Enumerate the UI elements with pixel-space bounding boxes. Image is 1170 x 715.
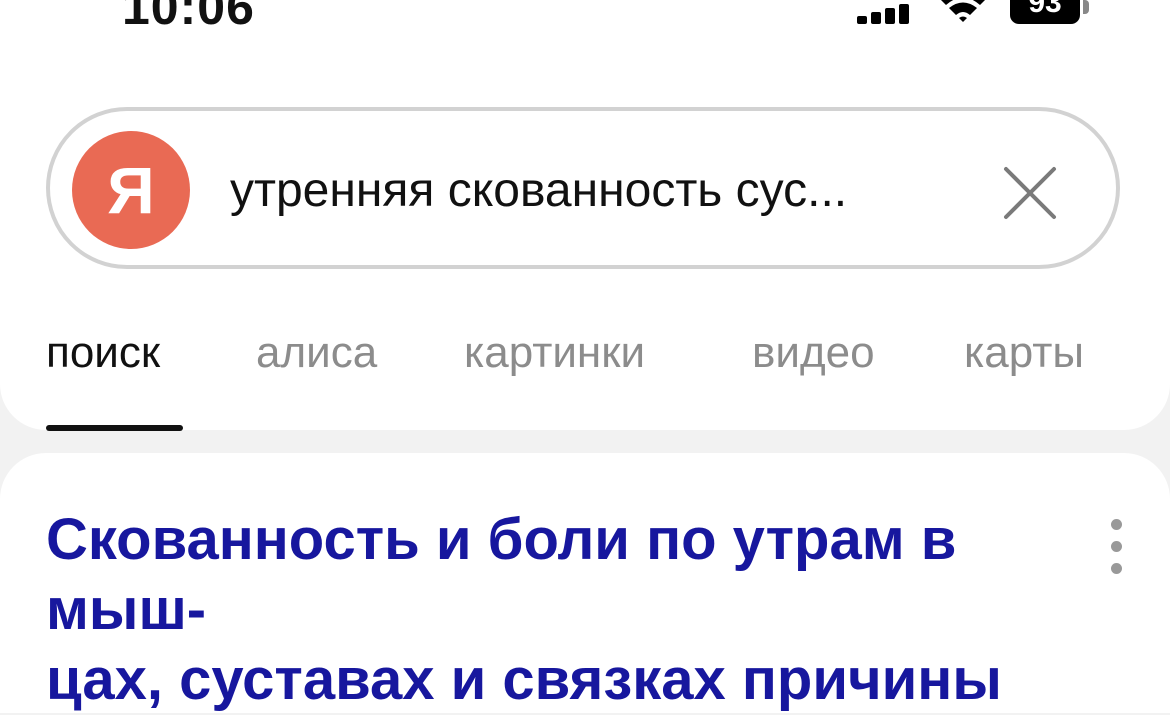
battery-icon: 93 [1010,0,1080,24]
wifi-icon [941,0,985,22]
more-vertical-icon[interactable] [1107,517,1127,577]
yandex-logo[interactable]: Я [72,131,190,249]
battery-cap [1083,0,1089,14]
result-title-link[interactable]: Скованность и боли по утрам в мыш- цах, … [46,505,1086,715]
search-result-card: Скованность и боли по утрам в мыш- цах, … [0,453,1170,713]
tab-alice[interactable]: алиса [256,328,377,378]
tab-maps[interactable]: карты [964,328,1084,378]
search-bar[interactable]: Я утренняя скованность сус... [46,107,1120,269]
battery-level: 93 [1028,0,1062,19]
active-tab-indicator [46,425,183,431]
tab-search[interactable]: поиск [46,328,160,378]
result-title-line-2: цах, суставах и связках причины [46,647,1002,712]
search-tabs: поиск алиса картинки видео карты [0,320,1170,431]
header-panel: 10:06 93 Я утренняя скованность сус... п… [0,0,1170,431]
status-time: 10:06 [122,0,255,35]
result-title-line-1: Скованность и боли по утрам в мыш- [46,507,957,642]
logo-letter: Я [107,153,155,227]
tab-images[interactable]: картинки [464,328,645,378]
close-icon[interactable] [1000,163,1060,223]
search-input[interactable]: утренняя скованность сус... [230,163,970,218]
tab-video[interactable]: видео [752,328,875,378]
